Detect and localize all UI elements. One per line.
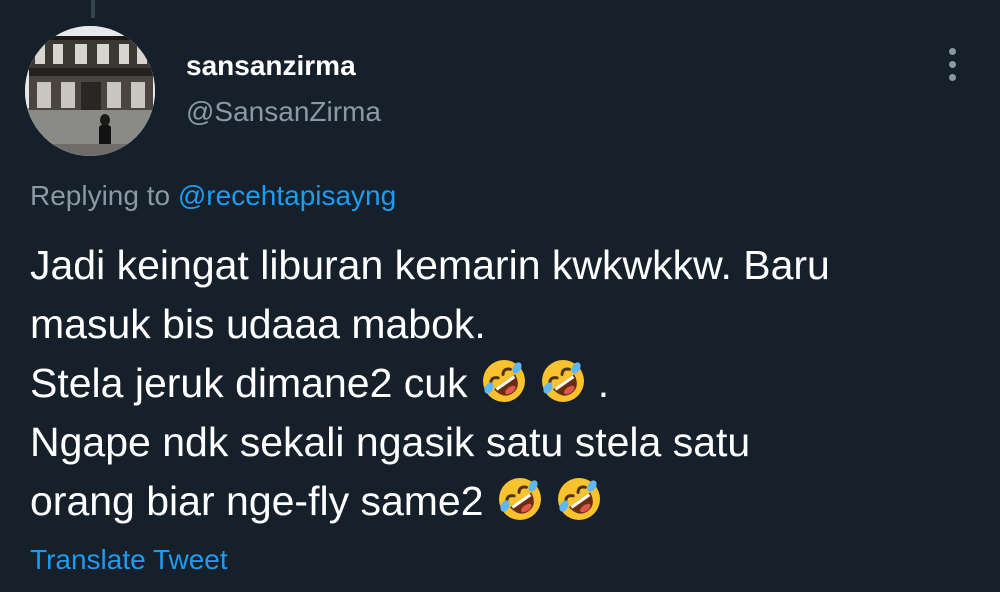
- rolling-on-floor-laughing-icon: [556, 476, 602, 522]
- tweet-line: Jadi keingat liburan kemarin kwkwkkw. Ba…: [30, 236, 980, 295]
- tweet-line-emojis: [484, 478, 603, 524]
- more-icon-dot: [949, 61, 956, 68]
- tweet-line: masuk bis udaaa mabok.: [30, 295, 980, 354]
- tweet-text: Jadi keingat liburan kemarin kwkwkkw. Ba…: [30, 236, 980, 531]
- tweet-line-suffix: .: [597, 360, 610, 406]
- tweet-line-text: Stela jeruk dimane2 cuk: [30, 360, 468, 406]
- replying-to: Replying to @recehtapisayng: [30, 180, 396, 212]
- tweet-line: Stela jeruk dimane2 cuk .: [30, 354, 980, 413]
- translate-tweet-link[interactable]: Translate Tweet: [30, 544, 228, 576]
- rolling-on-floor-laughing-icon: [481, 358, 527, 404]
- tweet-line-text: Jadi keingat liburan kemarin kwkwkkw. Ba…: [30, 242, 830, 288]
- tweet-line-emojis: [468, 360, 598, 406]
- reply-mention-link[interactable]: @recehtapisayng: [178, 180, 396, 211]
- user-avatar[interactable]: [25, 26, 155, 156]
- tweet-line: Ngape ndk sekali ngasik satu stela satu: [30, 413, 980, 472]
- avatar-photo-icon: [25, 26, 155, 156]
- rolling-on-floor-laughing-icon: [497, 476, 543, 522]
- user-handle[interactable]: @SansanZirma: [186, 96, 381, 128]
- tweet-line-text: orang biar nge-fly same2: [30, 478, 484, 524]
- more-options-button[interactable]: [933, 42, 973, 86]
- more-icon-dot: [949, 74, 956, 81]
- tweet-line: orang biar nge-fly same2: [30, 472, 980, 531]
- rolling-on-floor-laughing-icon: [540, 358, 586, 404]
- replying-to-label: Replying to: [30, 180, 178, 211]
- tweet-line-text: Ngape ndk sekali ngasik satu stela satu: [30, 419, 751, 465]
- tweet-line-text: masuk bis udaaa mabok.: [30, 301, 486, 347]
- display-name[interactable]: sansanzirma: [186, 50, 356, 82]
- more-icon-dot: [949, 48, 956, 55]
- thread-connector-line: [91, 0, 95, 18]
